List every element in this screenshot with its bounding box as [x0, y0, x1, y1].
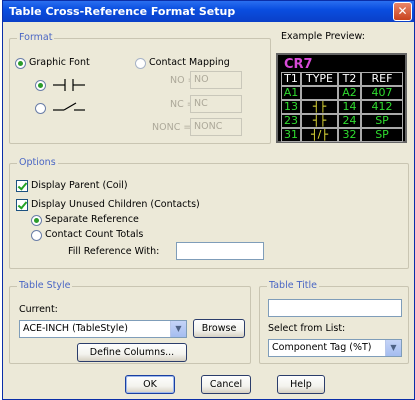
preview-cell: ┤├: [301, 100, 338, 114]
display-parent-checkbox[interactable]: [16, 180, 28, 192]
contact-mapping-label: Contact Mapping: [149, 57, 230, 68]
browse-button[interactable]: Browse: [193, 319, 245, 338]
fill-reference-label: Fill Reference With:: [68, 246, 160, 257]
graphic-font-label: Graphic Font: [29, 57, 90, 68]
title-select-value: Component Tag (%T): [272, 342, 372, 353]
title-select[interactable]: Component Tag (%T) ▼: [268, 339, 402, 357]
contact-count-totals-label: Contact Count Totals: [45, 229, 144, 240]
dialog-window: Table Cross-Reference Format Setup ✕ For…: [2, 0, 415, 400]
example-preview: CR7 T1 TYPE T2 REF A1 A2 407 13 ┤├ 14 41…: [276, 53, 407, 143]
format-legend: Format: [17, 32, 55, 43]
nonc-label: NONC =: [152, 122, 192, 133]
separate-reference-radio[interactable]: [31, 215, 42, 226]
chevron-down-icon[interactable]: ▼: [170, 321, 186, 337]
table-style-group: Table Style Current: ACE-INCH (TableStyl…: [9, 280, 251, 364]
preview-cell: ┤├: [301, 114, 338, 128]
preview-cell: [301, 86, 338, 100]
nonc-field[interactable]: NONC: [190, 118, 242, 136]
table-title-group: Table Title Select from List: Component …: [259, 280, 409, 364]
current-label: Current:: [19, 304, 58, 315]
preview-header: TYPE: [301, 72, 338, 86]
no-field[interactable]: NO: [190, 71, 242, 89]
preview-cell: A1: [281, 86, 301, 100]
help-button[interactable]: Help: [277, 375, 325, 394]
preview-cell: 13: [281, 100, 301, 114]
table-style-legend: Table Style: [17, 280, 73, 291]
options-legend: Options: [17, 157, 58, 168]
separate-reference-label: Separate Reference: [45, 214, 139, 225]
preview-header: T1: [281, 72, 301, 86]
preview-title: CR7: [284, 57, 313, 72]
switch-style-radio[interactable]: [35, 103, 46, 114]
preview-cell: 407: [361, 86, 403, 100]
window-title: Table Cross-Reference Format Setup: [9, 5, 236, 18]
graphic-font-radio[interactable]: [15, 58, 26, 69]
preview-cell: ┤/├: [301, 128, 338, 142]
display-unused-label: Display Unused Children (Contacts): [31, 199, 200, 210]
preview-cell: SP: [361, 128, 403, 142]
preview-cell: A2: [338, 86, 361, 100]
preview-header: T2: [338, 72, 361, 86]
display-parent-label: Display Parent (Coil): [31, 180, 128, 191]
ok-button[interactable]: OK: [125, 375, 175, 394]
current-style-select[interactable]: ACE-INCH (TableStyle) ▼: [19, 320, 187, 338]
table-title-legend: Table Title: [267, 280, 319, 291]
chevron-down-icon[interactable]: ▼: [385, 340, 401, 356]
fill-reference-field[interactable]: [176, 242, 264, 260]
title-bar: Table Cross-Reference Format Setup ✕: [3, 1, 414, 22]
format-group: Format Graphic Font Contact Mapping NO =…: [9, 32, 271, 144]
preview-cell: 412: [361, 100, 403, 114]
current-style-value: ACE-INCH (TableStyle): [23, 323, 128, 334]
select-from-list-label: Select from List:: [268, 323, 346, 334]
preview-cell: 32: [338, 128, 361, 142]
close-icon[interactable]: ✕: [393, 2, 412, 21]
define-columns-button[interactable]: Define Columns...: [77, 343, 187, 362]
preview-header: REF: [361, 72, 403, 86]
preview-cell: 31: [281, 128, 301, 142]
open-contact-icon: [53, 79, 85, 91]
open-contact-style-radio[interactable]: [35, 80, 46, 91]
nc-field[interactable]: NC: [190, 95, 242, 113]
display-unused-checkbox[interactable]: [16, 199, 28, 211]
cancel-button[interactable]: Cancel: [201, 375, 251, 394]
options-group: Options Display Parent (Coil) Display Un…: [9, 157, 409, 269]
switch-contact-icon: [53, 102, 85, 111]
table-title-field[interactable]: [268, 299, 402, 317]
preview-cell: 14: [338, 100, 361, 114]
example-preview-label: Example Preview:: [281, 31, 365, 42]
preview-cell: 23: [281, 114, 301, 128]
preview-cell: SP: [361, 114, 403, 128]
contact-count-totals-radio[interactable]: [31, 230, 42, 241]
contact-mapping-radio[interactable]: [135, 58, 146, 69]
preview-cell: 24: [338, 114, 361, 128]
